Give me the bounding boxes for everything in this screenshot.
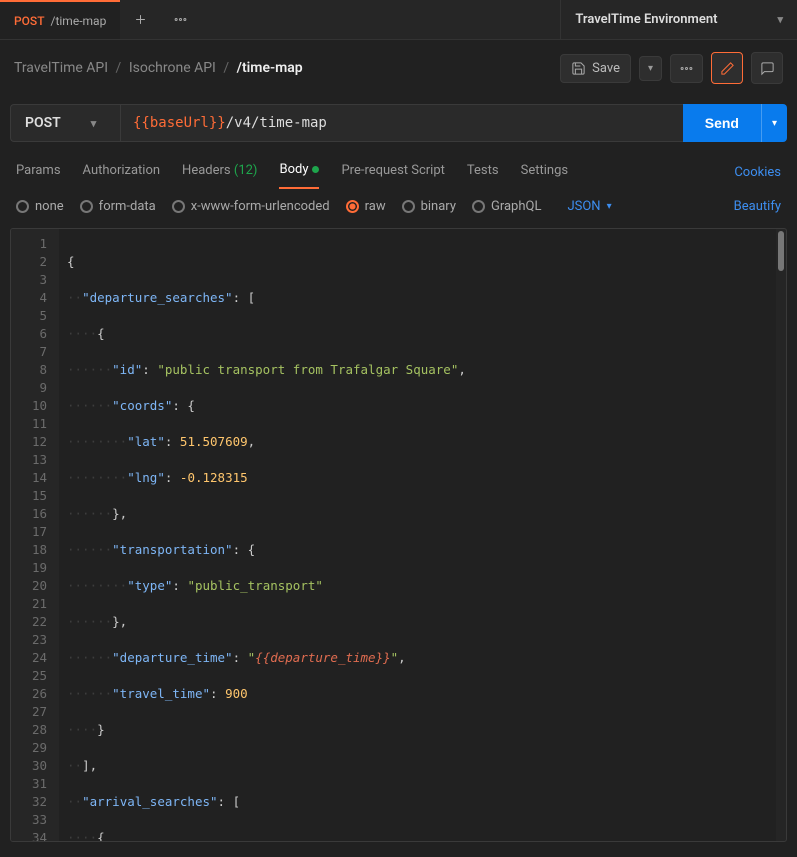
code-area[interactable]: { ··"departure_searches": [ ····{ ······… bbox=[59, 229, 786, 841]
tab-prerequest[interactable]: Pre-request Script bbox=[341, 157, 444, 188]
body-type-raw[interactable]: raw bbox=[346, 199, 386, 214]
tab-body[interactable]: Body bbox=[279, 156, 319, 189]
breadcrumb-sep: / bbox=[223, 60, 229, 76]
chevron-down-icon: ▾ bbox=[777, 13, 783, 26]
send-label: Send bbox=[705, 115, 739, 131]
comment-icon bbox=[760, 61, 775, 76]
actions-menu-button[interactable] bbox=[670, 54, 703, 83]
url-variable: {{baseUrl}} bbox=[133, 115, 226, 131]
method-value: POST bbox=[25, 115, 61, 131]
request-tab[interactable]: POST /time-map bbox=[0, 0, 120, 39]
body-type-urlencoded[interactable]: x-www-form-urlencoded bbox=[172, 199, 330, 214]
save-icon bbox=[571, 61, 586, 76]
body-type-row: none form-data x-www-form-urlencoded raw… bbox=[0, 189, 797, 224]
documentation-button[interactable] bbox=[711, 52, 743, 84]
save-label: Save bbox=[592, 61, 620, 76]
beautify-button[interactable]: Beautify bbox=[734, 199, 781, 214]
scrollbar-thumb[interactable] bbox=[778, 231, 784, 271]
tabs-overflow-button[interactable] bbox=[160, 0, 200, 39]
body-type-form-data-label: form-data bbox=[99, 199, 156, 214]
tab-title: /time-map bbox=[51, 14, 107, 28]
radio-icon bbox=[402, 200, 415, 213]
chevron-down-icon: ▾ bbox=[772, 118, 777, 129]
send-options-button[interactable]: ▾ bbox=[761, 104, 787, 142]
body-editor[interactable]: 12345678910 11121314151617181920 2122232… bbox=[10, 228, 787, 842]
tab-headers-label: Headers bbox=[182, 163, 231, 178]
body-format-label: JSON bbox=[567, 199, 600, 214]
request-url-row: POST ▾ {{baseUrl}}/v4/time-map Send ▾ bbox=[0, 96, 797, 150]
chevron-down-icon: ▾ bbox=[607, 201, 612, 212]
tab-settings[interactable]: Settings bbox=[521, 157, 568, 188]
body-type-urlencoded-label: x-www-form-urlencoded bbox=[191, 199, 330, 214]
breadcrumb-current: /time-map bbox=[237, 60, 303, 76]
save-options-button[interactable]: ▾ bbox=[639, 56, 662, 81]
body-type-none-label: none bbox=[35, 199, 64, 214]
tab-body-label: Body bbox=[279, 162, 308, 177]
breadcrumb-bar: TravelTime API / Isochrone API / /time-m… bbox=[0, 40, 797, 96]
body-type-raw-label: raw bbox=[365, 199, 386, 214]
breadcrumb-sep: / bbox=[116, 60, 122, 76]
chevron-down-icon: ▾ bbox=[648, 63, 653, 74]
body-type-binary[interactable]: binary bbox=[402, 199, 456, 214]
breadcrumb-folder[interactable]: Isochrone API bbox=[129, 60, 216, 76]
send-button[interactable]: Send bbox=[683, 104, 761, 142]
body-type-none[interactable]: none bbox=[16, 199, 64, 214]
radio-icon bbox=[80, 200, 93, 213]
plus-icon bbox=[133, 12, 148, 27]
method-select[interactable]: POST ▾ bbox=[10, 104, 120, 142]
url-input[interactable]: {{baseUrl}}/v4/time-map bbox=[120, 104, 683, 142]
tabs-bar: POST /time-map TravelTime Environment ▾ bbox=[0, 0, 797, 40]
cookies-link[interactable]: Cookies bbox=[734, 165, 781, 180]
environment-name: TravelTime Environment bbox=[575, 12, 717, 27]
radio-icon bbox=[172, 200, 185, 213]
tab-params[interactable]: Params bbox=[16, 157, 61, 188]
dots-horizontal-icon bbox=[679, 61, 694, 76]
add-tab-button[interactable] bbox=[120, 0, 160, 39]
environment-selector[interactable]: TravelTime Environment ▾ bbox=[560, 0, 797, 39]
tab-tests[interactable]: Tests bbox=[467, 157, 499, 188]
chevron-down-icon: ▾ bbox=[91, 117, 97, 130]
radio-icon bbox=[472, 200, 485, 213]
body-type-binary-label: binary bbox=[421, 199, 456, 214]
tab-method: POST bbox=[14, 14, 45, 28]
breadcrumb: TravelTime API / Isochrone API / /time-m… bbox=[14, 60, 303, 76]
comments-button[interactable] bbox=[751, 52, 783, 84]
body-type-graphql[interactable]: GraphQL bbox=[472, 199, 541, 214]
body-type-graphql-label: GraphQL bbox=[491, 199, 541, 214]
headers-count: (12) bbox=[234, 163, 258, 178]
body-format-select[interactable]: JSON ▾ bbox=[567, 199, 611, 214]
radio-icon bbox=[346, 200, 359, 213]
save-button[interactable]: Save bbox=[560, 54, 631, 83]
line-gutter: 12345678910 11121314151617181920 2122232… bbox=[11, 229, 59, 841]
tab-headers[interactable]: Headers (12) bbox=[182, 157, 257, 188]
request-subtabs: Params Authorization Headers (12) Body P… bbox=[0, 150, 797, 189]
radio-icon bbox=[16, 200, 29, 213]
dots-horizontal-icon bbox=[173, 12, 188, 27]
url-path: /v4/time-map bbox=[226, 115, 327, 131]
tab-authorization[interactable]: Authorization bbox=[83, 157, 161, 188]
pencil-icon bbox=[720, 61, 735, 76]
body-indicator-dot bbox=[312, 166, 319, 173]
body-type-form-data[interactable]: form-data bbox=[80, 199, 156, 214]
editor-scrollbar[interactable] bbox=[776, 229, 786, 841]
breadcrumb-collection[interactable]: TravelTime API bbox=[14, 60, 108, 76]
